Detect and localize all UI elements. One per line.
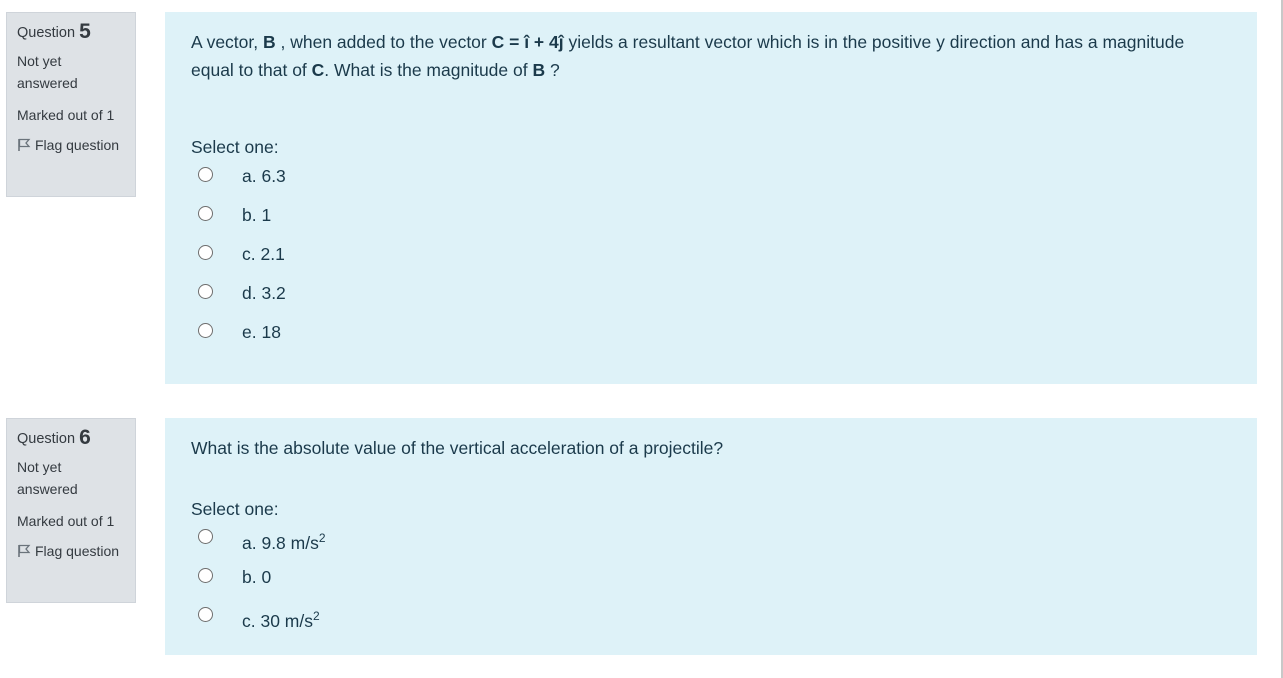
answer-superscript: 2 <box>318 531 326 545</box>
radio-button[interactable] <box>198 284 213 299</box>
question-info-panel: Question 5 Not yet answered Marked out o… <box>6 12 136 197</box>
answer-option-b[interactable]: b. 1 <box>191 205 1231 245</box>
vector-c-expression: C = î + 4ĵ <box>491 32 564 52</box>
vector-b: B <box>532 60 546 80</box>
vector-c: C <box>311 60 325 80</box>
answer-option-b[interactable]: b. 0 <box>191 567 1231 607</box>
vector-b: B <box>262 32 276 52</box>
question-info-panel: Question 6 Not yet answered Marked out o… <box>6 418 136 603</box>
answer-label[interactable]: a. 6.3 <box>242 163 286 189</box>
radio-button[interactable] <box>198 206 213 221</box>
question-label: Question <box>17 431 76 447</box>
flag-icon <box>17 542 31 557</box>
answer-list: a. 6.3 b. 1 c. 2.1 d. 3.2 e. 18 <box>191 166 1231 362</box>
select-one-prompt: Select one: <box>191 499 279 519</box>
answer-superscript: 2 <box>313 609 320 623</box>
radio-button[interactable] <box>198 167 213 182</box>
flag-question-link[interactable]: Flag question <box>17 540 125 562</box>
answer-option-a[interactable]: a. 6.3 <box>191 166 1231 206</box>
question-grade: Marked out of 1 <box>17 107 115 123</box>
question-text: What is the absolute value of the vertic… <box>191 438 724 458</box>
flag-icon <box>17 136 31 151</box>
answer-option-c[interactable]: c. 2.1 <box>191 244 1231 284</box>
radio-button[interactable] <box>198 245 213 260</box>
question-content: What is the absolute value of the vertic… <box>165 418 1257 655</box>
question-text: A vector, B , when added to the vector C… <box>191 28 1231 84</box>
answer-option-c[interactable]: c. 30 m/s2 <box>191 607 1231 646</box>
flag-question-label: Flag question <box>35 137 120 153</box>
flag-question-link[interactable]: Flag question <box>17 134 125 156</box>
question-label: Question <box>17 25 76 41</box>
question-number: 6 <box>79 426 91 449</box>
answer-text: c. 30 m/s <box>242 611 313 631</box>
question-grade: Marked out of 1 <box>17 513 115 529</box>
answer-label[interactable]: a. 9.8 m/s2 <box>242 525 326 556</box>
question-text-part: ? <box>545 60 560 80</box>
question-state: Not yet answered <box>17 459 78 497</box>
radio-button[interactable] <box>198 323 213 338</box>
question-title: Question 5 <box>17 21 125 44</box>
answer-label[interactable]: b. 0 <box>242 564 271 590</box>
answer-label[interactable]: d. 3.2 <box>242 280 286 306</box>
answer-option-a[interactable]: a. 9.8 m/s2 <box>191 529 1231 568</box>
answer-label[interactable]: c. 2.1 <box>242 241 285 267</box>
question-state: Not yet answered <box>17 53 78 91</box>
answer-text: b. 0 <box>242 567 272 587</box>
question-text-part: . What is the magnitude of <box>324 60 533 80</box>
question-content: A vector, B , when added to the vector C… <box>165 12 1257 384</box>
question-title: Question 6 <box>17 427 125 450</box>
question-number: 5 <box>79 20 91 43</box>
answer-label[interactable]: e. 18 <box>242 319 281 345</box>
radio-button[interactable] <box>198 529 213 544</box>
answer-option-e[interactable]: e. 18 <box>191 322 1231 362</box>
select-one-prompt: Select one: <box>191 137 279 157</box>
radio-button[interactable] <box>198 568 213 583</box>
answer-label[interactable]: c. 30 m/s2 <box>242 603 320 634</box>
answer-label[interactable]: b. 1 <box>242 202 271 228</box>
answer-list: a. 9.8 m/s2 b. 0 c. 30 m/s2 <box>191 529 1231 646</box>
answer-option-d[interactable]: d. 3.2 <box>191 283 1231 323</box>
question-text-part: , when added to the vector <box>275 32 492 52</box>
flag-question-label: Flag question <box>35 543 120 559</box>
radio-button[interactable] <box>198 607 213 622</box>
question-text-part: A vector, <box>191 32 263 52</box>
answer-text: a. 9.8 m/s <box>242 533 319 553</box>
